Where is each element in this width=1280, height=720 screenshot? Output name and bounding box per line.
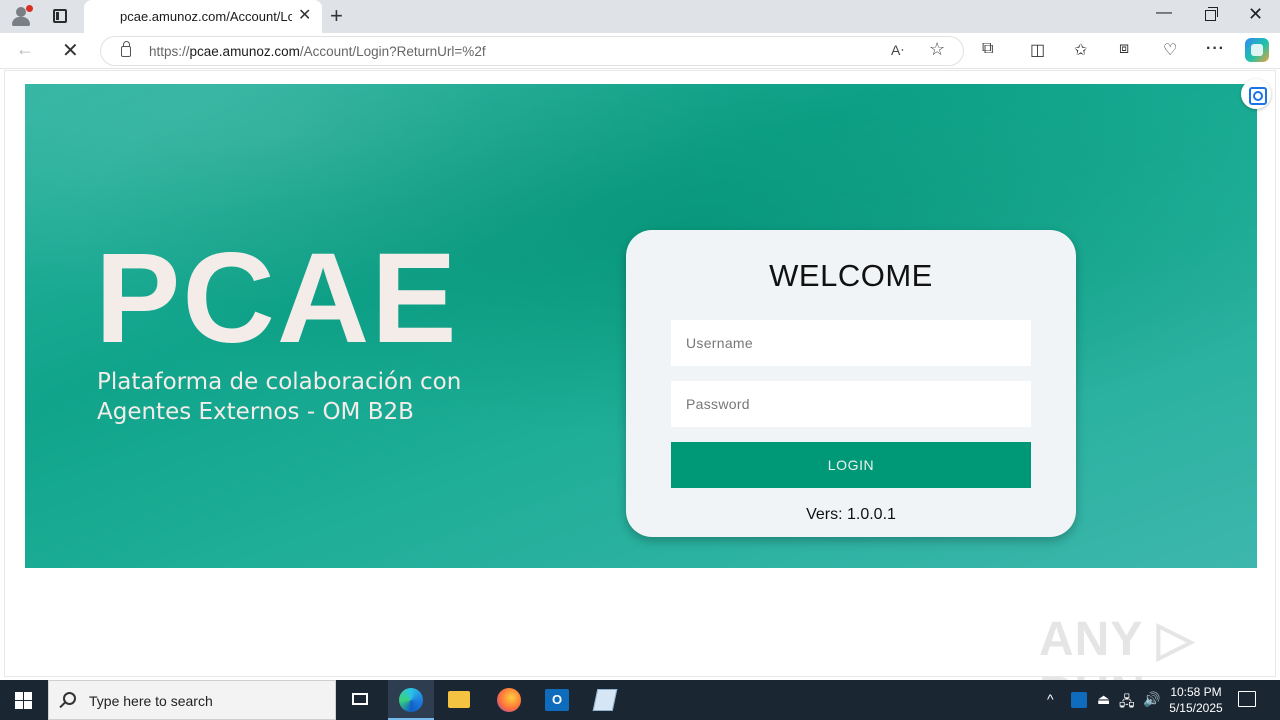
- taskbar-search-placeholder: Type here to search: [89, 693, 213, 709]
- tagline-line-2: Agentes Externos - OM B2B: [97, 399, 414, 425]
- network-icon[interactable]: 🖧: [1119, 691, 1135, 715]
- edge-taskbar-icon[interactable]: [388, 680, 434, 720]
- window-close-button[interactable]: ✕: [1248, 4, 1263, 25]
- url-text[interactable]: https://pcae.amunoz.com/Account/Login?Re…: [149, 44, 486, 59]
- browser-tab-strip: pcae.amunoz.com/Account/Login ✕ + — ✕: [0, 0, 1280, 33]
- show-hidden-icons[interactable]: ^: [1047, 691, 1054, 707]
- usb-tray-icon[interactable]: ⏏: [1097, 691, 1110, 708]
- login-title: WELCOME: [769, 258, 933, 293]
- outlook-icon[interactable]: O: [534, 680, 580, 720]
- favorites-icon[interactable]: ✩: [1074, 40, 1087, 60]
- windows-start-icon[interactable]: [15, 692, 32, 709]
- screen: pcae.amunoz.com/Account/Login ✕ + — ✕ ← …: [0, 0, 1280, 720]
- version-label: Vers: 1.0.0.1: [806, 506, 896, 523]
- brand-tagline: Plataforma de colaboración con Agentes E…: [97, 367, 517, 427]
- more-menu-icon[interactable]: ···: [1206, 40, 1225, 58]
- extensions-icon[interactable]: ⧉: [982, 40, 993, 58]
- copilot-icon[interactable]: [1245, 38, 1269, 62]
- hero-banner: PCAE Plataforma de colaboración con Agen…: [25, 84, 1257, 568]
- address-bar[interactable]: https://pcae.amunoz.com/Account/Login?Re…: [100, 36, 964, 66]
- notifications-icon[interactable]: [1238, 691, 1256, 707]
- add-favorite-icon[interactable]: ☆: [929, 39, 945, 60]
- page-viewport: PCAE Plataforma de colaboración con Agen…: [4, 70, 1276, 720]
- username-input[interactable]: [671, 320, 1031, 366]
- tab-close-icon[interactable]: ✕: [298, 7, 311, 25]
- outlook-tray-icon[interactable]: [1071, 692, 1087, 708]
- url-scheme: https://: [149, 44, 190, 59]
- task-view-icon[interactable]: [338, 680, 384, 720]
- active-tab[interactable]: pcae.amunoz.com/Account/Login ✕: [84, 0, 322, 33]
- split-screen-icon[interactable]: ◫: [1030, 40, 1045, 60]
- window-restore-button[interactable]: [1205, 7, 1218, 21]
- stop-loading-button[interactable]: ✕: [62, 38, 79, 63]
- url-host: pcae.amunoz.com: [189, 44, 300, 59]
- window-minimize-button[interactable]: —: [1156, 4, 1172, 22]
- search-icon: [63, 692, 76, 705]
- tab-actions-icon[interactable]: [46, 6, 74, 28]
- login-button[interactable]: LOGIN: [671, 442, 1031, 488]
- volume-icon[interactable]: 🔊: [1143, 691, 1160, 708]
- new-tab-button[interactable]: +: [330, 3, 343, 29]
- firefox-icon[interactable]: [486, 680, 532, 720]
- file-explorer-icon[interactable]: [436, 680, 482, 720]
- clock-time: 10:58 PM: [1170, 685, 1222, 699]
- taskbar-search-box[interactable]: Type here to search: [48, 680, 336, 720]
- windows-taskbar: Type here to search O ^ ⏏ 🖧 🔊 10:58 PM 5…: [0, 680, 1280, 720]
- clock-date: 5/15/2025: [1169, 701, 1223, 715]
- outlook-letter: O: [545, 689, 569, 711]
- system-clock[interactable]: 10:58 PM 5/15/2025: [1166, 684, 1226, 716]
- password-input[interactable]: [671, 381, 1031, 427]
- login-card: WELCOME LOGIN Vers: 1.0.0.1: [626, 230, 1076, 537]
- lock-icon[interactable]: [121, 41, 131, 57]
- back-button[interactable]: ←: [16, 39, 34, 60]
- profile-icon[interactable]: [10, 5, 33, 27]
- tagline-line-1: Plataforma de colaboración con: [97, 369, 462, 395]
- browser-essentials-icon[interactable]: ♡: [1163, 40, 1177, 60]
- collections-icon[interactable]: ⧈: [1119, 40, 1129, 58]
- visual-search-icon[interactable]: [1241, 79, 1271, 109]
- url-path: /Account/Login?ReturnUrl=%2f: [299, 44, 486, 59]
- browser-toolbar: ← ✕ https://pcae.amunoz.com/Account/Logi…: [0, 33, 1280, 69]
- tab-title: pcae.amunoz.com/Account/Login: [120, 9, 292, 24]
- read-aloud-icon[interactable]: Aᐧ: [891, 42, 904, 59]
- notepad-icon[interactable]: [582, 680, 628, 720]
- brand-logo-text: PCAE: [95, 227, 459, 370]
